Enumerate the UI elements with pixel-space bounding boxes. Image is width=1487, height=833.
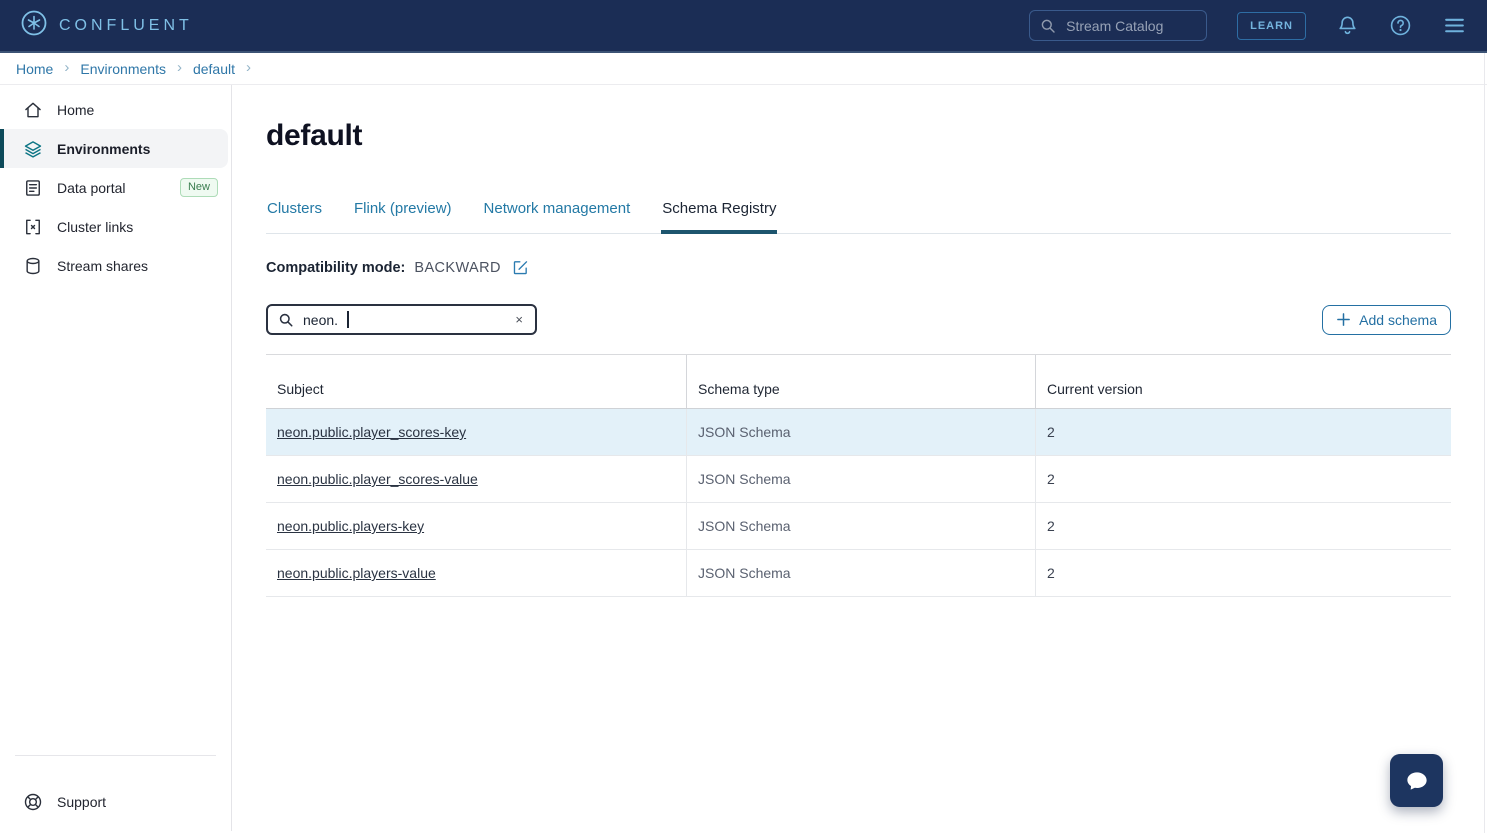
current-version-cell: 2 <box>1047 565 1055 581</box>
new-badge: New <box>180 178 218 197</box>
sidebar-item-label: Stream shares <box>57 258 148 274</box>
table-row[interactable]: neon.public.player_scores-value JSON Sch… <box>266 456 1451 503</box>
search-icon <box>278 312 294 328</box>
tab-schema-registry[interactable]: Schema Registry <box>661 200 777 234</box>
schema-toolbar: neon. × Add schema <box>266 304 1451 335</box>
column-header-current-version: Current version <box>1036 355 1451 408</box>
schema-type-cell: JSON Schema <box>698 518 791 534</box>
stream-catalog-input[interactable] <box>1064 17 1196 35</box>
add-schema-button[interactable]: Add schema <box>1322 305 1451 335</box>
tab-flink-preview[interactable]: Flink (preview) <box>353 200 453 234</box>
sidebar-item-label: Support <box>57 794 106 810</box>
chevron-right-icon: › <box>64 59 69 76</box>
current-version-cell: 2 <box>1047 471 1055 487</box>
sidebar-item-label: Cluster links <box>57 219 133 235</box>
sidebar-item-support[interactable]: Support <box>0 782 228 821</box>
breadcrumb-default[interactable]: default <box>193 61 235 77</box>
home-icon <box>23 100 43 120</box>
main-content: default Clusters Flink (preview) Network… <box>232 85 1487 831</box>
compatibility-mode-value: BACKWARD <box>414 260 500 276</box>
chevron-right-icon: › <box>177 59 182 76</box>
plus-icon <box>1336 312 1351 327</box>
bell-icon[interactable] <box>1336 14 1359 37</box>
schema-search-input[interactable]: neon. <box>303 312 338 328</box>
chat-bubble-icon <box>1402 766 1432 796</box>
current-version-cell: 2 <box>1047 424 1055 440</box>
add-schema-label: Add schema <box>1359 312 1437 328</box>
sidebar-item-label: Environments <box>57 141 150 157</box>
sidebar-item-home[interactable]: Home <box>0 90 228 129</box>
sidebar-item-environments[interactable]: Environments <box>0 129 228 168</box>
help-icon[interactable] <box>1389 14 1412 37</box>
table-row[interactable]: neon.public.player_scores-key JSON Schem… <box>266 409 1451 456</box>
table-header-row: Subject Schema type Current version <box>266 355 1451 409</box>
column-header-schema-type: Schema type <box>687 355 1036 408</box>
support-icon <box>23 792 43 812</box>
chat-button[interactable] <box>1390 754 1443 807</box>
breadcrumb: Home › Environments › default › <box>0 53 1487 85</box>
hamburger-menu-icon[interactable] <box>1442 13 1467 38</box>
schema-type-cell: JSON Schema <box>698 565 791 581</box>
stream-catalog-search[interactable] <box>1029 10 1207 41</box>
schemas-table: Subject Schema type Current version neon… <box>266 354 1451 597</box>
tab-bar: Clusters Flink (preview) Network managem… <box>266 200 1451 234</box>
current-version-cell: 2 <box>1047 518 1055 534</box>
subject-link[interactable]: neon.public.players-key <box>277 518 424 534</box>
top-navbar: CONFLUENT LEARN <box>0 0 1487 53</box>
sidebar-divider <box>15 755 216 756</box>
layers-icon <box>23 139 43 159</box>
edit-icon[interactable] <box>512 259 529 276</box>
scrollbar-track[interactable] <box>1484 53 1485 833</box>
subject-link[interactable]: neon.public.player_scores-value <box>277 471 478 487</box>
brand-wordmark: CONFLUENT <box>59 17 193 35</box>
schema-type-cell: JSON Schema <box>698 471 791 487</box>
compatibility-mode-label: Compatibility mode: <box>266 260 405 276</box>
schema-type-cell: JSON Schema <box>698 424 791 440</box>
cylinder-icon <box>23 256 43 276</box>
compatibility-mode-row: Compatibility mode: BACKWARD <box>266 259 1451 276</box>
table-row[interactable]: neon.public.players-value JSON Schema 2 <box>266 550 1451 597</box>
column-header-subject: Subject <box>266 355 687 408</box>
text-caret <box>347 311 349 328</box>
confluent-brand[interactable]: CONFLUENT <box>20 9 193 42</box>
sidebar-item-data-portal[interactable]: Data portal New <box>0 168 228 207</box>
search-icon <box>1040 18 1056 34</box>
sidebar: Home Environments Data portal New <box>0 85 232 831</box>
document-icon <box>23 178 43 198</box>
sidebar-item-stream-shares[interactable]: Stream shares <box>0 246 228 285</box>
chevron-right-icon: › <box>246 59 251 76</box>
subject-link[interactable]: neon.public.players-value <box>277 565 436 581</box>
tab-clusters[interactable]: Clusters <box>266 200 323 234</box>
subject-link[interactable]: neon.public.player_scores-key <box>277 424 466 440</box>
page-title: default <box>266 118 1451 154</box>
breadcrumb-environments[interactable]: Environments <box>80 61 166 77</box>
sidebar-item-cluster-links[interactable]: Cluster links <box>0 207 228 246</box>
confluent-spark-icon <box>20 9 48 42</box>
cluster-links-icon <box>23 217 43 237</box>
sidebar-item-label: Home <box>57 102 94 118</box>
learn-button[interactable]: LEARN <box>1237 12 1306 40</box>
table-row[interactable]: neon.public.players-key JSON Schema 2 <box>266 503 1451 550</box>
schema-search-box[interactable]: neon. × <box>266 304 537 335</box>
breadcrumb-home[interactable]: Home <box>16 61 53 77</box>
tab-network-management[interactable]: Network management <box>483 200 632 234</box>
clear-search-icon[interactable]: × <box>513 312 525 327</box>
sidebar-item-label: Data portal <box>57 180 125 196</box>
topbar-actions: LEARN <box>1029 10 1467 41</box>
